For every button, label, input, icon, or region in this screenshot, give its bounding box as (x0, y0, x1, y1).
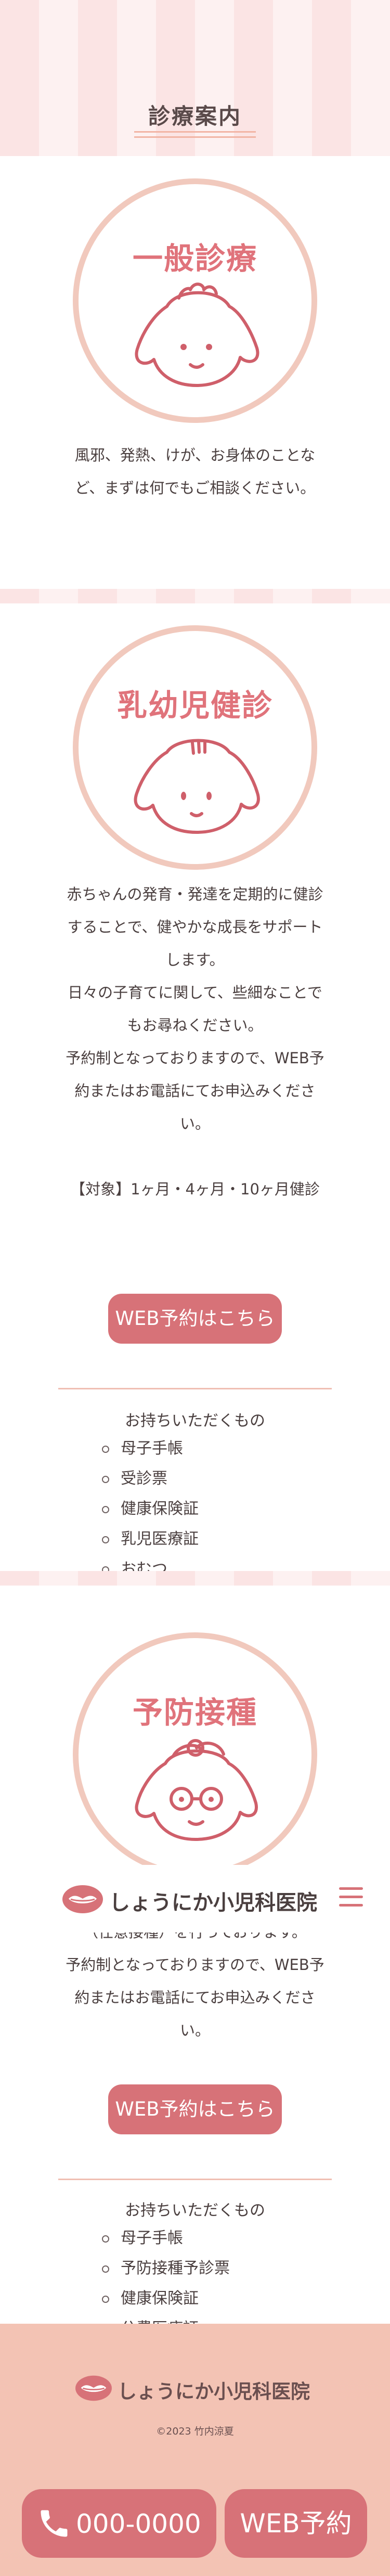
page-title: 診療案内 (148, 104, 242, 129)
items-title: お持ちいただくもの (125, 1412, 265, 1430)
web-reservation-button[interactable]: WEB予約はこちら (108, 1294, 282, 1344)
section-vaccination: 予防接種 （任意接種）を行っております。 予約制となっておりますので、WEB予約… (0, 1586, 390, 2338)
child-face-illustration (135, 282, 259, 387)
list-item: 健康保険証 (102, 1494, 199, 1524)
description-paragraph: 予約制となっておりますので、WEB予約またはお電話にてお申込みください。 (66, 1049, 324, 1132)
section-description: （任意接種）を行っております。 予約制となっておりますので、WEB予約またはお電… (62, 1916, 328, 2047)
footer-clinic-name: しょうにか小児科医院 (118, 2380, 310, 2403)
section-circle: 一般診療 (73, 178, 317, 423)
sticky-header: しょうにか小児科医院 (0, 1865, 390, 1933)
section-title: 一般診療 (132, 241, 257, 276)
title-underline (134, 136, 256, 138)
section-divider (0, 589, 390, 603)
items-list: 母子手帳 受診票 健康保険証 乳児医療証 おむつ (102, 1434, 199, 1585)
description-paragraph: 赤ちゃんの発育・発達を定期的に健診することで、健やかな成長をサポートします。 (67, 885, 323, 969)
section-circle: 予防接種 (73, 1632, 317, 1877)
section-divider (0, 1571, 390, 1586)
items-title: お持ちいただくもの (125, 2201, 265, 2220)
lips-logo-icon[interactable] (61, 1884, 104, 1914)
list-item: 母子手帳 (102, 2223, 230, 2253)
list-item: 受診票 (102, 1464, 199, 1494)
phone-call-button[interactable]: 000-0000 (22, 2489, 216, 2558)
list-item: 健康保険証 (102, 2284, 230, 2314)
section-circle: 乳幼児健診 (73, 625, 317, 870)
page-heading-band: 診療案内 (0, 0, 390, 156)
web-reservation-button[interactable]: WEB予約はこちら (108, 2084, 282, 2134)
baby-face-illustration (134, 739, 260, 834)
list-item: 母子手帳 (102, 1434, 199, 1464)
hamburger-menu-icon[interactable] (339, 1887, 363, 1910)
child-with-glasses-illustration (135, 1739, 258, 1841)
section-description: 風邪、発熱、けが、お身体のことなど、まずは何でもご相談ください。 (74, 446, 316, 497)
phone-icon (41, 2510, 68, 2537)
section-rule (58, 1388, 332, 1389)
section-checkup: 乳幼児健診 赤ちゃんの発育・発達を定期的に健診することで、健やかな成長をサポート… (0, 603, 390, 1578)
list-item: 予防接種予診票 (102, 2253, 230, 2284)
section-general: 一般診療 風邪、発熱、けが、お身体のことなど、まずは何でもご相談ください。 (0, 156, 390, 589)
list-item: 乳児医療証 (102, 1524, 199, 1554)
footer: しょうにか小児科医院 ©2023 竹内涼夏 000-0000 WEB予約 (0, 2324, 390, 2576)
section-title: 乳幼児健診 (116, 688, 273, 723)
section-rule (58, 2179, 332, 2180)
title-underline (134, 131, 256, 133)
target-ages: 【対象】1ヶ月・4ヶ月・10ヶ月健診 (70, 1180, 320, 1198)
copyright: ©2023 竹内涼夏 (156, 2426, 234, 2437)
header-clinic-name[interactable]: しょうにか小児科医院 (109, 1886, 317, 1916)
description-paragraph: 予約制となっておりますので、WEB予約またはお電話にてお申込みください。 (66, 1956, 324, 2039)
section-description: 赤ちゃんの発育・発達を定期的に健診することで、健やかな成長をサポートします。 日… (62, 878, 328, 1206)
phone-number: 000-0000 (76, 2509, 201, 2539)
section-title: 予防接種 (132, 1695, 257, 1730)
description-paragraph: 日々の子育てに関して、些細なことでもお尋ねください。 (68, 984, 322, 1034)
web-reservation-cta-button[interactable]: WEB予約 (225, 2489, 367, 2558)
lips-logo-icon (75, 2375, 112, 2401)
